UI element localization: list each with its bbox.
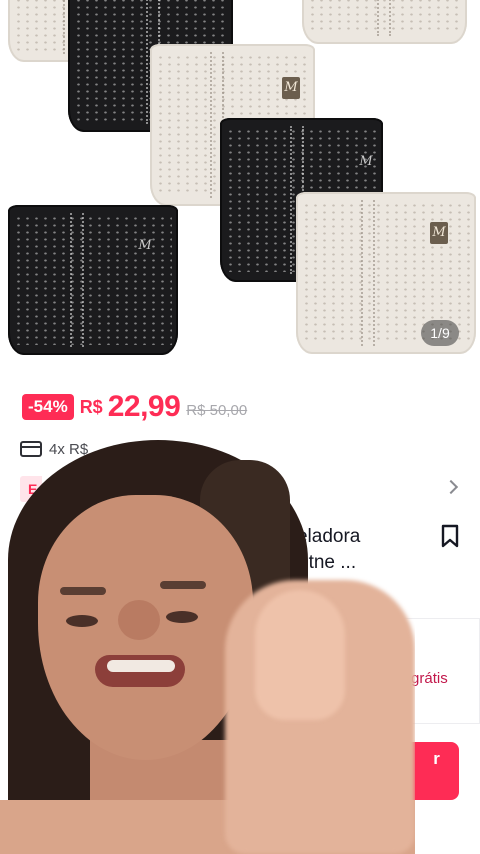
price-value: 22,99 xyxy=(107,390,181,423)
presenter-nose xyxy=(118,600,160,640)
discount-badge: -54% xyxy=(22,394,74,420)
presenter-eye xyxy=(66,615,98,627)
presenter-brow xyxy=(160,581,206,589)
presenter-video-overlay xyxy=(0,440,415,854)
presenter-teeth xyxy=(107,660,175,672)
brand-logo-mark: M xyxy=(282,77,300,99)
presenter-brow xyxy=(60,587,106,595)
image-counter: 1/9 xyxy=(421,320,459,346)
presenter-eye xyxy=(166,611,198,623)
brand-logo-mark: M xyxy=(208,0,226,8)
brand-logo-mark: M xyxy=(359,154,373,169)
product-image-belt-cream xyxy=(302,0,467,44)
price-currency: R$ xyxy=(79,396,103,417)
product-image-belt-black: M xyxy=(8,205,178,355)
bookmark-icon[interactable] xyxy=(441,524,459,548)
presenter-thumb xyxy=(255,590,345,720)
product-image-gallery[interactable]: M M M M M 1/9 xyxy=(0,0,480,372)
original-price: R$ 50,00 xyxy=(186,401,248,419)
brand-logo-mark: M xyxy=(138,238,152,253)
buy-button-label: r xyxy=(433,749,440,768)
chevron-right-icon[interactable] xyxy=(443,479,459,495)
price-row: -54% R$ 22,99 R$ 50,00 xyxy=(22,390,247,424)
brand-logo-mark: M xyxy=(430,222,448,244)
